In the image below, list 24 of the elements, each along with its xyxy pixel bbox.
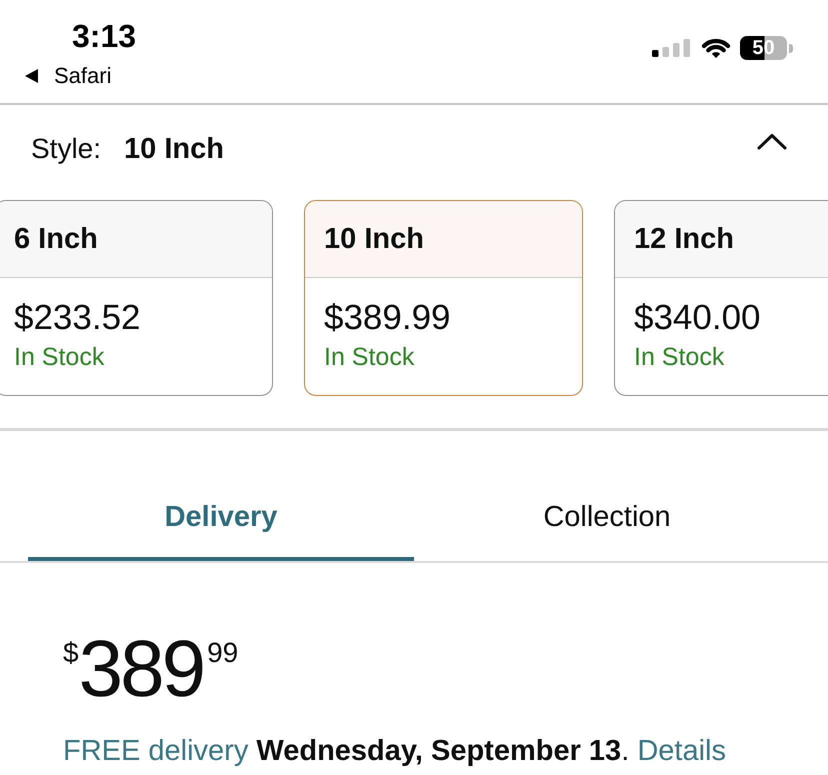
option-name: 10 Inch (324, 222, 424, 256)
style-label: Style: (31, 133, 102, 165)
tab[interactable]: Delivery (28, 473, 414, 561)
option-name: 12 Inch (634, 222, 734, 256)
tab[interactable]: Collection (414, 473, 800, 561)
wifi-icon (700, 37, 732, 59)
option-price: $340.00 (634, 298, 761, 338)
status-time: 3:13 (72, 17, 136, 55)
details-link[interactable]: Details (637, 735, 726, 767)
option-price: $389.99 (324, 298, 451, 338)
style-option-card[interactable]: 10 Inch $389.99 In Stock (304, 200, 583, 396)
option-price: $233.52 (14, 298, 141, 338)
stock-status: In Stock (324, 342, 414, 372)
back-button[interactable]: Safari (25, 63, 112, 89)
selected-style: 10 Inch (124, 133, 224, 165)
option-name: 6 Inch (14, 222, 98, 256)
stock-status: In Stock (14, 342, 104, 372)
delivery-message: FREE delivery Wednesday, September 13. Details (63, 734, 726, 768)
style-option-card[interactable]: 6 Inch $233.52 In Stock (0, 200, 273, 396)
chevron-up-icon[interactable] (757, 133, 787, 150)
style-option-card[interactable]: 12 Inch $340.00 In Stock (614, 200, 828, 396)
stock-status: In Stock (634, 342, 724, 372)
left-triangle-icon (25, 69, 38, 83)
signal-icon (652, 39, 690, 57)
